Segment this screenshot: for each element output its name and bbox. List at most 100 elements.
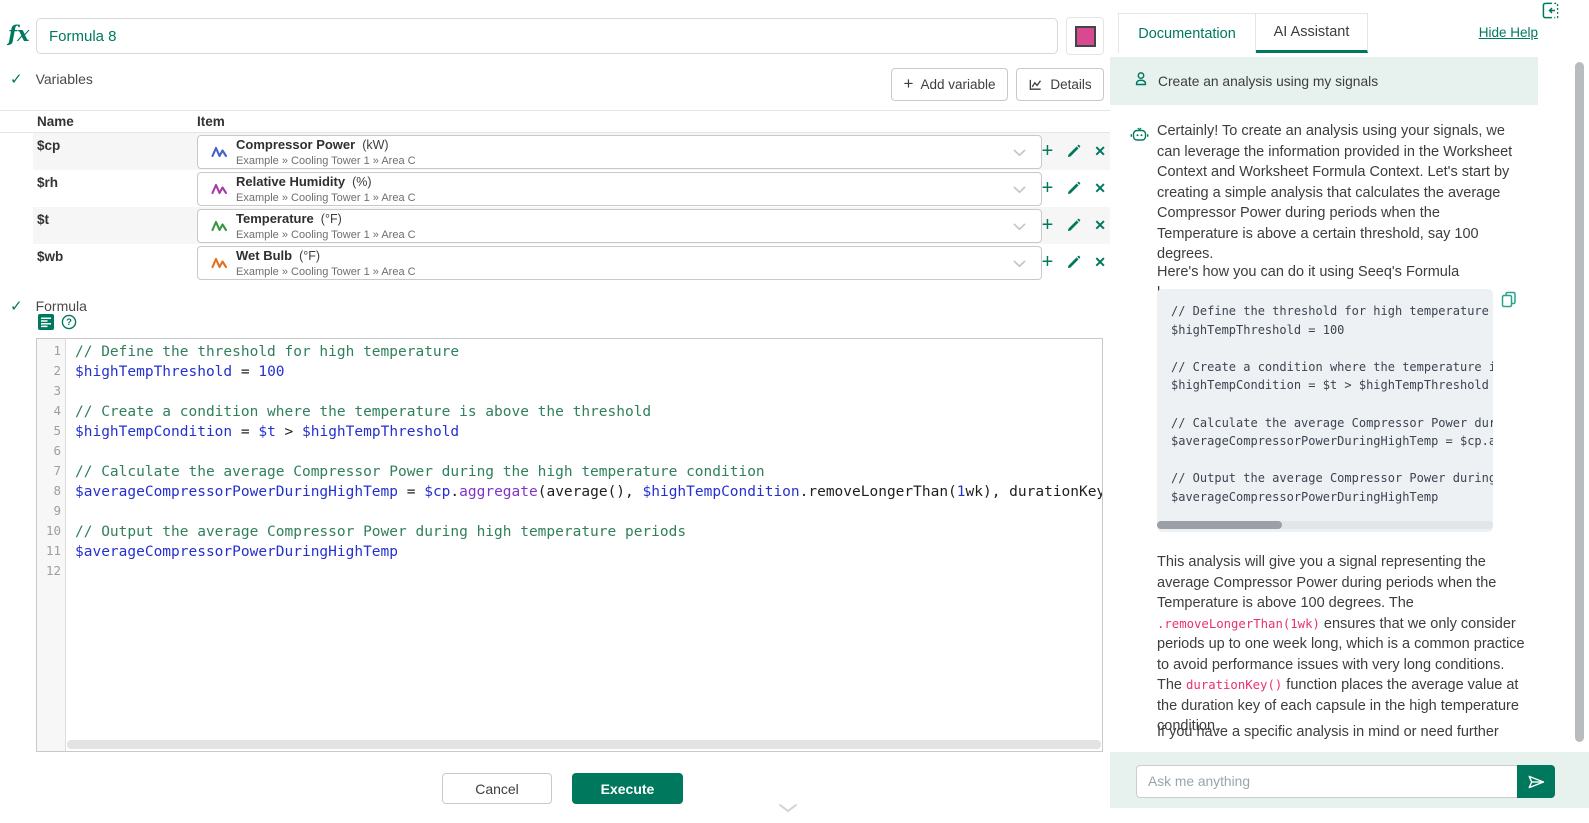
assistant-paragraph: This analysis will give you a signal rep… <box>1157 552 1525 737</box>
variable-row: $wbWet Bulb(°F)Example » Cooling Tower 1… <box>33 244 1110 281</box>
signal-icon <box>211 182 228 196</box>
variable-name: $t <box>37 212 49 227</box>
variable-row-actions: +✕ <box>1042 170 1106 207</box>
formula-name-input[interactable]: Formula 8 <box>36 18 1058 54</box>
variable-item-select[interactable]: Wet Bulb (°F) Example » Cooling Tower 1 » … <box>197 246 1042 280</box>
formula-section-label: Formula <box>36 298 87 314</box>
variable-name: $rh <box>37 175 58 190</box>
add-icon[interactable]: + <box>1042 177 1054 200</box>
execute-button[interactable]: Execute <box>572 773 683 804</box>
collapse-panel-icon[interactable] <box>1542 2 1559 24</box>
seeq-formula-tool: fx Formula 8 ✓ Variables + Add variable … <box>0 0 1589 823</box>
code-text-line <box>1171 395 1493 414</box>
cancel-button[interactable]: Cancel <box>442 773 552 804</box>
add-icon[interactable]: + <box>1042 140 1054 163</box>
line-number: 4 <box>37 403 61 418</box>
help-tabs: Documentation AI Assistant <box>1118 13 1368 53</box>
edit-pencil-icon[interactable] <box>1066 218 1081 233</box>
code-block-scrollbar[interactable] <box>1157 521 1493 529</box>
user-chat-message: Create an analysis using my signals <box>1110 57 1538 105</box>
tab-documentation[interactable]: Documentation <box>1118 13 1256 53</box>
remove-icon[interactable]: ✕ <box>1094 143 1106 160</box>
tab-ai-assistant[interactable]: AI Assistant <box>1256 13 1368 53</box>
help-question-icon[interactable]: ? <box>61 314 77 330</box>
remove-icon[interactable]: ✕ <box>1094 254 1106 271</box>
add-icon[interactable]: + <box>1042 214 1054 237</box>
formula-fx-icon: fx <box>8 21 30 46</box>
code-text-line: $averageCompressorPowerDuringHighTemp = … <box>1171 432 1493 451</box>
code-line-text: $highTempCondition = $t > $highTempThres… <box>75 422 1102 442</box>
code-line-text: // Calculate the average Compressor Powe… <box>75 462 1102 482</box>
user-message-text: Create an analysis using my signals <box>1158 74 1378 89</box>
inline-code: durationKey() <box>1186 678 1282 692</box>
code-line: 11 $averageCompressorPowerDuringHighTemp <box>37 542 1102 562</box>
chevron-down-icon[interactable] <box>1013 223 1026 231</box>
hide-help-link[interactable]: Hide Help <box>1479 25 1538 40</box>
formula-code-editor[interactable]: 1// Define the threshold for high temper… <box>36 338 1103 752</box>
scroll-down-chevron-icon[interactable] <box>778 800 798 818</box>
code-line: 6 <box>37 442 1102 462</box>
edit-pencil-icon[interactable] <box>1066 255 1081 270</box>
code-line: 3 <box>37 382 1102 402</box>
edit-pencil-icon[interactable] <box>1066 144 1081 159</box>
send-button[interactable] <box>1517 765 1555 798</box>
line-number: 12 <box>37 563 61 578</box>
color-swatch <box>1075 26 1096 47</box>
code-line-text: $averageCompressorPowerDuringHighTemp <box>75 542 1102 562</box>
line-number: 10 <box>37 523 61 538</box>
line-number: 11 <box>37 543 61 558</box>
svg-text:?: ? <box>66 317 72 328</box>
add-variable-button[interactable]: + Add variable <box>891 68 1008 101</box>
code-line-text: $highTempThreshold = 100 <box>75 362 1102 382</box>
chat-vertical-scrollbar[interactable] <box>1575 62 1584 742</box>
assistant-code-block[interactable]: // Define the threshold for high tempera… <box>1157 289 1493 532</box>
signal-path: Example » Cooling Tower 1 » Area C <box>236 156 416 167</box>
code-text-line: $highTempCondition = $t > $highTempThres… <box>1171 376 1493 395</box>
variable-row: $tTemperature(°F)Example » Cooling Tower… <box>33 207 1110 244</box>
code-text-line: // Calculate the average Compressor Powe… <box>1171 414 1493 433</box>
formula-docs-icon[interactable] <box>38 314 54 330</box>
signal-icon <box>211 256 228 270</box>
add-variable-label: Add variable <box>920 77 995 92</box>
details-button[interactable]: Details <box>1016 68 1104 101</box>
variables-section-header: ✓ Variables <box>10 70 93 88</box>
editor-horizontal-scrollbar[interactable] <box>67 740 1101 749</box>
variable-item-select[interactable]: Compressor Power(kW)Example » Cooling To… <box>197 135 1042 169</box>
code-line: 7// Calculate the average Compressor Pow… <box>37 462 1102 482</box>
signal-unit: (°F) <box>299 249 320 263</box>
remove-icon[interactable]: ✕ <box>1094 217 1106 234</box>
paper-plane-icon <box>1527 774 1546 790</box>
line-number: 3 <box>37 383 61 398</box>
signal-name: Wet Bulb <box>236 248 292 263</box>
chevron-down-icon[interactable] <box>1013 260 1026 268</box>
remove-icon[interactable]: ✕ <box>1094 180 1106 197</box>
ask-input[interactable] <box>1136 765 1517 798</box>
line-number: 6 <box>37 443 61 458</box>
variable-item-select[interactable]: Relative Humidity(%)Example » Cooling To… <box>197 172 1042 206</box>
signal-icon <box>211 145 228 159</box>
variable-item-select[interactable]: Temperature(°F)Example » Cooling Tower 1… <box>197 209 1042 243</box>
code-text-line: // Define the threshold for high tempera… <box>1171 302 1493 321</box>
chat-input-area <box>1110 752 1589 808</box>
add-icon[interactable]: + <box>1042 251 1054 274</box>
line-number: 9 <box>37 503 61 518</box>
color-swatch-button[interactable] <box>1066 17 1104 55</box>
code-line: 8$averageCompressorPowerDuringHighTemp =… <box>37 482 1102 502</box>
plus-icon: + <box>904 74 914 94</box>
chevron-down-icon[interactable] <box>1013 149 1026 157</box>
code-line: 12 <box>37 562 1102 582</box>
user-icon <box>1133 71 1149 92</box>
check-icon: ✓ <box>10 297 23 315</box>
chevron-down-icon[interactable] <box>1013 186 1026 194</box>
signal-unit: (°F) <box>321 212 342 226</box>
signal-icon <box>211 219 228 233</box>
code-line: 10// Output the average Compressor Power… <box>37 522 1102 542</box>
code-text-line <box>1171 451 1493 470</box>
signal-path: Example » Cooling Tower 1 » Area C <box>236 267 416 278</box>
signal-name: Temperature <box>236 211 314 226</box>
variables-table-header: Name Item <box>0 110 1110 133</box>
line-number: 2 <box>37 363 61 378</box>
code-line: 1// Define the threshold for high temper… <box>37 342 1102 362</box>
copy-code-icon[interactable] <box>1501 291 1517 313</box>
edit-pencil-icon[interactable] <box>1066 181 1081 196</box>
